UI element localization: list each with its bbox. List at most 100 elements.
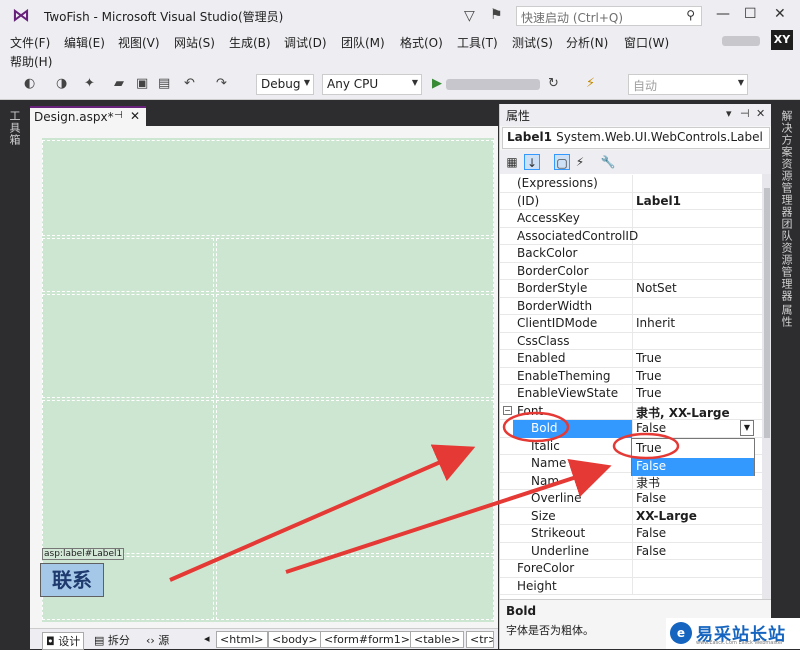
- pin-icon[interactable]: ⊣: [114, 110, 123, 121]
- property-row[interactable]: EnableTheming True: [500, 367, 762, 385]
- design-view-button[interactable]: ◘ 设计: [42, 632, 85, 650]
- solution-explorer-tab[interactable]: 解决方案资源管理器: [778, 110, 794, 218]
- bold-value-dropdown-button[interactable]: ▼: [740, 420, 754, 436]
- menu-build[interactable]: 生成(B): [229, 34, 271, 51]
- object-selector[interactable]: Label1 System.Web.UI.WebControls.Label: [502, 127, 770, 149]
- tag-table[interactable]: <table>: [410, 631, 465, 648]
- back-icon[interactable]: ◐: [24, 76, 35, 91]
- team-explorer-tab[interactable]: 团队资源管理器: [778, 218, 794, 302]
- property-row[interactable]: Size XX-Large: [500, 507, 762, 525]
- solution-configuration-select[interactable]: Debug ▼: [256, 74, 314, 95]
- refresh-icon[interactable]: ↻: [548, 76, 559, 91]
- search-icon[interactable]: ⚲: [686, 8, 695, 22]
- menu-format[interactable]: 格式(O): [400, 34, 443, 51]
- menu-window[interactable]: 窗口(W): [624, 34, 669, 51]
- property-value[interactable]: False: [636, 544, 666, 558]
- alphabetical-icon[interactable]: ↓: [524, 154, 540, 170]
- collapse-icon[interactable]: −: [503, 405, 512, 415]
- menu-help[interactable]: 帮助(H): [10, 53, 52, 70]
- categorized-icon[interactable]: ▦: [504, 154, 520, 170]
- tag-html[interactable]: <html>: [216, 631, 268, 648]
- property-value[interactable]: True: [636, 351, 662, 365]
- menu-tools[interactable]: 工具(T): [457, 34, 498, 51]
- dropdown-icon[interactable]: ▾: [726, 107, 732, 120]
- option-true[interactable]: True: [632, 440, 754, 458]
- close-icon[interactable]: ✕: [774, 6, 786, 22]
- filter-icon[interactable]: ▽: [464, 8, 475, 24]
- property-row[interactable]: Overline False: [500, 490, 762, 508]
- minimize-icon[interactable]: —: [716, 6, 730, 22]
- property-value[interactable]: XX-Large: [636, 509, 697, 523]
- split-view-button[interactable]: ▤ 拆分: [94, 632, 130, 648]
- menu-edit[interactable]: 编辑(E): [64, 34, 105, 51]
- property-row[interactable]: BorderStyle NotSet: [500, 280, 762, 298]
- property-value[interactable]: 隶书, XX-Large: [636, 404, 730, 421]
- tag-tr[interactable]: <tr>: [466, 631, 494, 648]
- stack-frame-select[interactable]: 自动 ▼: [628, 74, 748, 95]
- browser-link-icon[interactable]: ⚡: [586, 76, 595, 91]
- table-cell[interactable]: [42, 294, 214, 398]
- menu-test[interactable]: 测试(S): [512, 34, 553, 51]
- property-value[interactable]: True: [636, 386, 662, 400]
- table-cell[interactable]: [42, 238, 214, 292]
- redo-icon[interactable]: ↷: [216, 76, 227, 91]
- table-cell[interactable]: [42, 400, 214, 554]
- properties-icon[interactable]: ▢: [554, 154, 570, 170]
- undo-icon[interactable]: ↶: [184, 76, 195, 91]
- property-value[interactable]: Inherit: [636, 316, 675, 330]
- tag-form[interactable]: <form#form1>: [320, 631, 414, 648]
- property-value[interactable]: Label1: [636, 194, 681, 208]
- property-row[interactable]: Height: [500, 577, 762, 595]
- property-row[interactable]: (Expressions): [500, 175, 762, 193]
- property-row[interactable]: − Font 隶书, XX-Large: [500, 402, 762, 421]
- property-row[interactable]: Strikeout False: [500, 525, 762, 543]
- table-cell[interactable]: [216, 238, 494, 292]
- avatar[interactable]: XY: [771, 30, 793, 50]
- option-false[interactable]: False: [632, 458, 754, 476]
- table-cell[interactable]: [216, 400, 494, 554]
- maximize-icon[interactable]: ☐: [744, 6, 757, 22]
- table-cell-header[interactable]: [42, 140, 494, 236]
- property-row[interactable]: ClientIDMode Inherit: [500, 315, 762, 333]
- events-icon[interactable]: ⚡: [572, 154, 588, 170]
- property-row[interactable]: (ID) Label1: [500, 192, 762, 210]
- open-folder-icon[interactable]: ▰: [114, 76, 124, 91]
- tag-body[interactable]: <body>: [268, 631, 322, 648]
- property-row[interactable]: EnableViewState True: [500, 385, 762, 403]
- close-icon[interactable]: ✕: [130, 109, 140, 123]
- tab-design-aspx[interactable]: Design.aspx* ⊣ ✕: [30, 106, 146, 126]
- pin-icon[interactable]: ⊣: [740, 107, 750, 120]
- property-row[interactable]: BackColor: [500, 245, 762, 263]
- property-row[interactable]: AssociatedControlID: [500, 227, 762, 245]
- property-value[interactable]: True: [636, 369, 662, 383]
- quick-launch-input[interactable]: 快速启动 (Ctrl+Q) ⚲: [516, 6, 702, 26]
- menu-debug[interactable]: 调试(D): [284, 34, 327, 51]
- property-row[interactable]: Bold False: [500, 420, 762, 438]
- property-row[interactable]: AccessKey: [500, 210, 762, 228]
- property-row[interactable]: Enabled True: [500, 350, 762, 368]
- menu-analyze[interactable]: 分析(N): [566, 34, 608, 51]
- toolbox-tab[interactable]: 工具箱: [6, 110, 22, 146]
- save-icon[interactable]: ▣: [136, 76, 148, 91]
- property-value[interactable]: False: [636, 526, 666, 540]
- table-cell[interactable]: [216, 556, 494, 620]
- property-row[interactable]: BorderColor: [500, 262, 762, 280]
- label1-control[interactable]: 联系: [40, 563, 104, 597]
- property-pages-icon[interactable]: 🔧: [600, 154, 616, 170]
- menu-file[interactable]: 文件(F): [10, 34, 50, 51]
- property-value[interactable]: False: [636, 491, 666, 505]
- start-debug-icon[interactable]: ▶: [432, 76, 442, 91]
- property-value[interactable]: False: [636, 421, 666, 435]
- property-value[interactable]: 隶书: [636, 474, 660, 491]
- close-icon[interactable]: ✕: [756, 107, 765, 120]
- solution-platform-select[interactable]: Any CPU ▼: [322, 74, 422, 95]
- scroll-left-icon[interactable]: ◂: [204, 632, 210, 645]
- source-view-button[interactable]: ‹› 源: [146, 632, 169, 648]
- notification-flag-icon[interactable]: ⚑: [490, 7, 503, 23]
- table-cell[interactable]: [216, 294, 494, 398]
- property-row[interactable]: BorderWidth: [500, 297, 762, 315]
- property-value[interactable]: NotSet: [636, 281, 677, 295]
- new-project-icon[interactable]: ✦: [84, 76, 95, 91]
- property-row[interactable]: CssClass: [500, 332, 762, 350]
- properties-tab[interactable]: 属性: [778, 304, 794, 328]
